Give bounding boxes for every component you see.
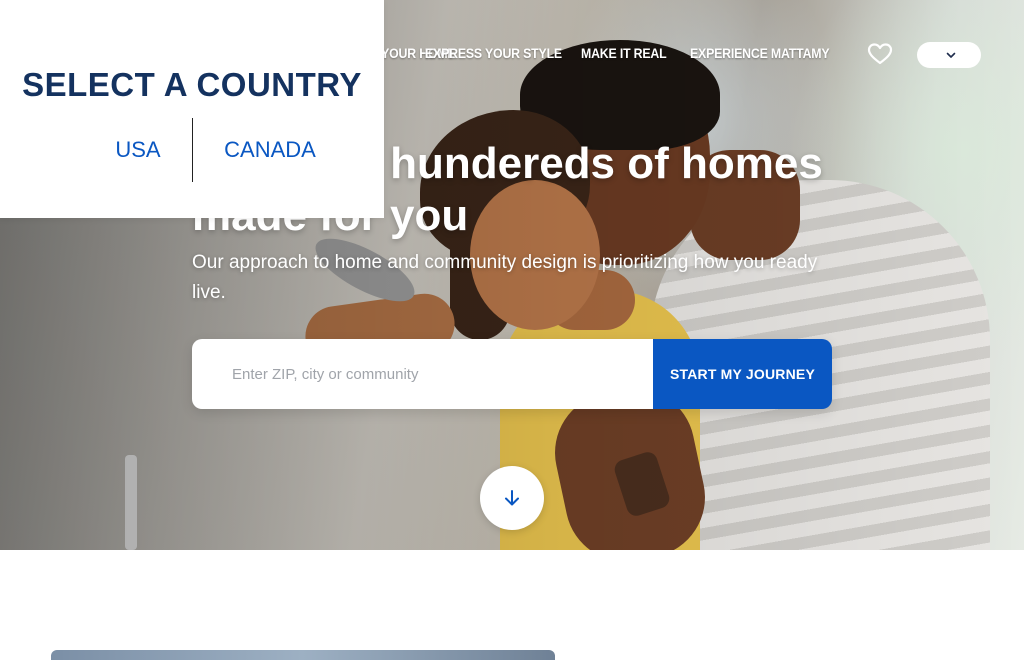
scroll-down-button[interactable]: [480, 466, 544, 530]
country-option-usa[interactable]: USA: [98, 118, 178, 182]
nav-item-experience-mattamy[interactable]: Experience Mattamy: [690, 40, 848, 66]
community-card-image[interactable]: [51, 650, 555, 660]
start-journey-button[interactable]: Start my journey: [653, 339, 832, 409]
country-divider: [192, 118, 193, 182]
country-selector-title: SELECT A COUNTRY: [22, 66, 362, 103]
country-options: USA CANADA: [0, 118, 384, 182]
hero-subtitle: Our approach to home and community desig…: [192, 252, 818, 303]
nav-link-label[interactable]: Express your style: [425, 45, 562, 61]
country-option-canada[interactable]: CANADA: [214, 118, 326, 182]
nav-item-express-your-style[interactable]: Express your style: [425, 40, 581, 66]
nav-link-label[interactable]: Make it real: [581, 45, 667, 61]
search-input[interactable]: [192, 339, 653, 409]
chevron-down-icon: [946, 52, 956, 58]
nav-link-label[interactable]: Experience Mattamy: [690, 45, 830, 61]
search-form: Start my journey: [192, 339, 832, 409]
nav-item-make-it-real[interactable]: Make it real: [581, 40, 678, 66]
locale-select[interactable]: [917, 42, 981, 68]
arrow-down-icon: [505, 490, 519, 506]
heart-icon[interactable]: [867, 42, 893, 66]
country-selector-panel: SELECT A COUNTRY USA CANADA: [0, 0, 384, 218]
